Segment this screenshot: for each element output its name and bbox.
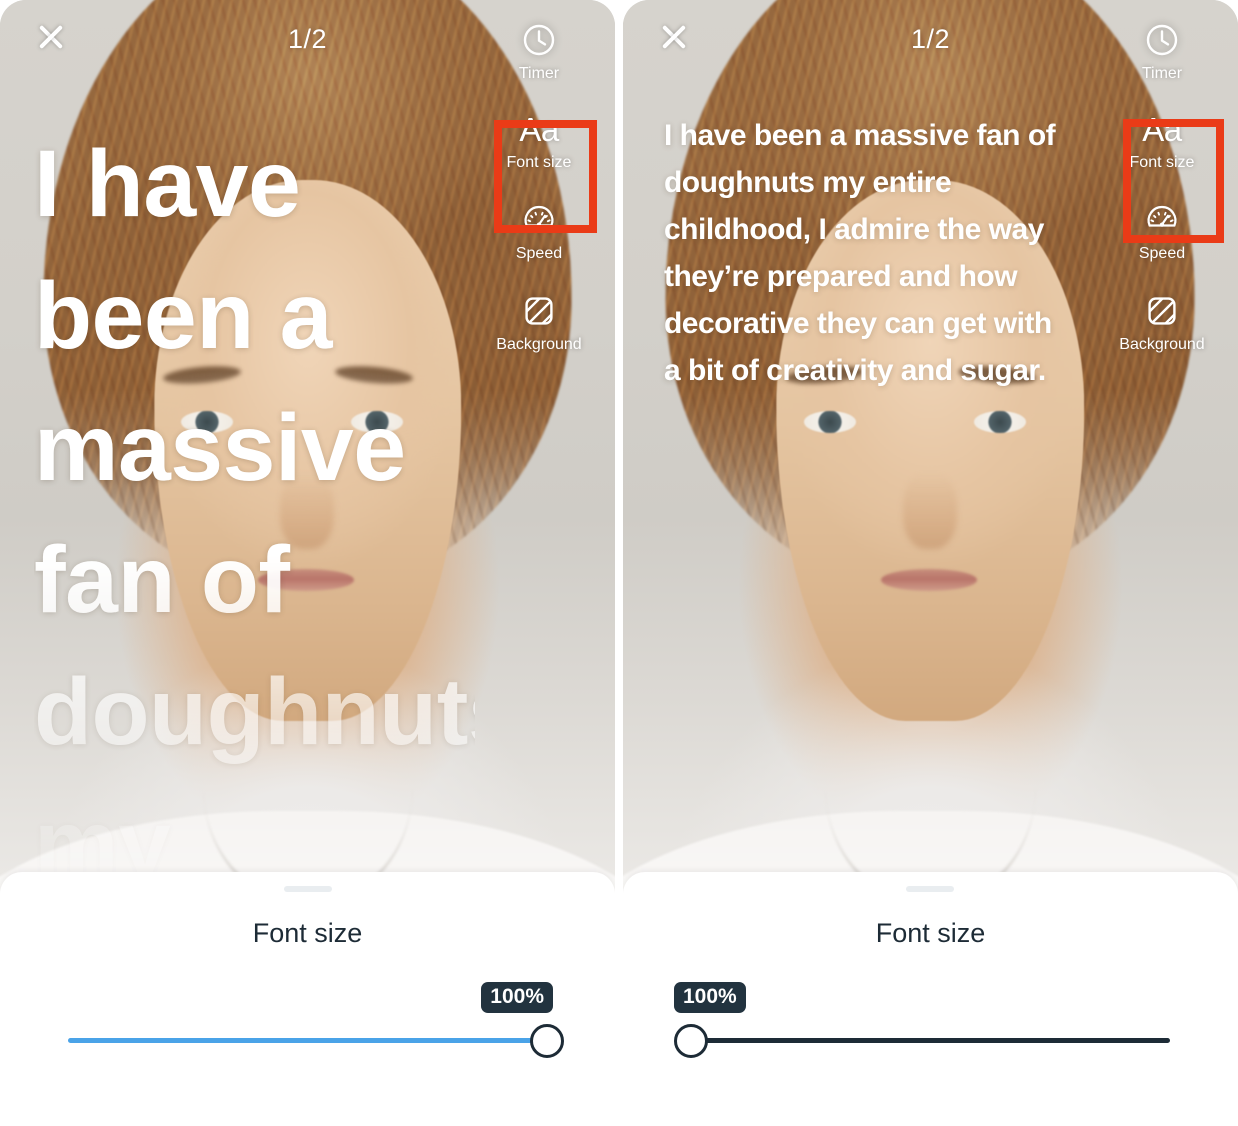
slider-value-bubble: 100% — [481, 982, 553, 1013]
tool-label: Timer — [1141, 65, 1183, 82]
speedometer-icon — [521, 202, 557, 238]
tool-label: Font size — [1129, 154, 1195, 171]
font-size-slider[interactable]: 100% — [673, 982, 1170, 1068]
sheet-title: Font size — [875, 918, 986, 948]
slider-track-filled[interactable] — [68, 1038, 547, 1043]
tool-background[interactable]: Background — [1103, 285, 1221, 360]
tool-label: Speed — [515, 245, 563, 262]
script-text-overlay[interactable]: I have been a massive fan of doughnuts m… — [664, 112, 1069, 394]
phone-panel-left: I have been a massive fan of doughnuts m… — [0, 0, 615, 1126]
tool-background[interactable]: Background — [480, 285, 598, 360]
slider-thumb[interactable] — [673, 1024, 708, 1058]
clock-icon — [521, 22, 557, 58]
clock-icon — [1144, 22, 1180, 58]
tool-label: Background — [496, 336, 582, 353]
striped-square-icon — [1144, 293, 1180, 329]
tool-rail-left: Timer Aa Font size Speed Background — [479, 14, 599, 376]
screenshot-stage: I have been a massive fan of doughnuts m… — [0, 0, 1238, 1126]
slider-thumb[interactable] — [530, 1024, 564, 1058]
speedometer-icon — [1144, 202, 1180, 238]
aa-icon: Aa — [1142, 111, 1182, 148]
tool-label: Font size — [506, 154, 572, 171]
script-text-overlay[interactable]: I have been a massive fan of doughnuts m… — [34, 118, 521, 910]
sheet-grabber[interactable] — [283, 886, 332, 892]
tool-label: Speed — [1138, 245, 1186, 262]
bottom-sheet-left: Font size 100% — [0, 872, 615, 1126]
tool-label: Background — [1119, 336, 1205, 353]
tool-font-size[interactable]: Aa Font size — [1103, 105, 1221, 178]
phone-panel-right: I have been a massive fan of doughnuts m… — [622, 0, 1238, 1126]
striped-square-icon — [521, 293, 557, 329]
panel-divider — [615, 0, 619, 1126]
sheet-grabber[interactable] — [906, 886, 955, 892]
font-size-slider[interactable]: 100% — [68, 982, 564, 1068]
tool-timer[interactable]: Timer — [480, 14, 598, 89]
tool-speed[interactable]: Speed — [1103, 194, 1221, 269]
tool-label: Timer — [518, 65, 560, 82]
slider-track-filled[interactable] — [690, 1038, 1170, 1043]
tool-rail-right: Timer Aa Font size Speed Background — [1102, 14, 1222, 376]
sheet-title: Font size — [252, 918, 363, 948]
tool-timer[interactable]: Timer — [1103, 14, 1221, 89]
bottom-sheet-right: Font size 100% — [622, 872, 1238, 1126]
tool-speed[interactable]: Speed — [480, 194, 598, 269]
tool-font-size[interactable]: Aa Font size — [480, 105, 598, 178]
aa-icon: Aa — [519, 111, 559, 148]
slider-value-bubble: 100% — [673, 982, 746, 1013]
